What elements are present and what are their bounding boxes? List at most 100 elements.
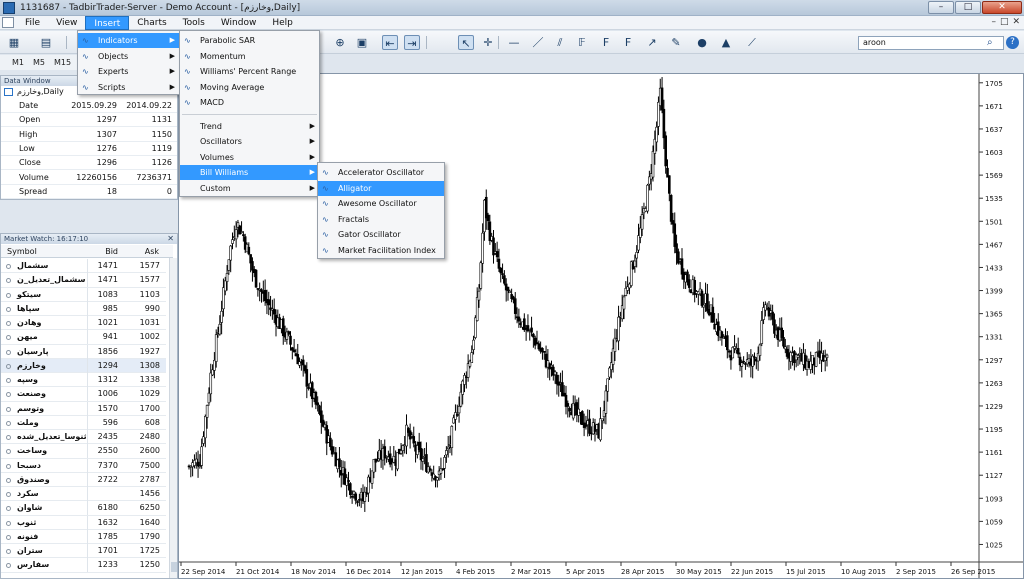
column-symbol[interactable]: Symbol	[7, 245, 37, 258]
ellipse-icon[interactable]: ●	[694, 35, 710, 50]
menu-insert[interactable]: Insert	[85, 15, 130, 30]
symbol-status-icon	[6, 435, 11, 440]
trendline-icon[interactable]: ／	[530, 35, 546, 50]
market-watch-row[interactable]: سیتکو 1083 1103	[1, 287, 166, 302]
menu-help[interactable]: Help	[264, 16, 301, 30]
fibonacci-fan-icon[interactable]: F	[598, 35, 614, 50]
market-watch-row[interactable]: وملت 596 608	[1, 415, 166, 431]
menu-item-moving-average[interactable]: ∿ Moving Average	[180, 80, 319, 95]
menu-item-fractals[interactable]: ∿ Fractals	[318, 212, 444, 227]
menu-view[interactable]: View	[48, 16, 85, 30]
menu-window[interactable]: Window	[213, 16, 265, 30]
channel-icon[interactable]: ⫽	[552, 35, 568, 50]
market-watch-row[interactable]: میهن 941 1002	[1, 330, 166, 345]
menu-item-scripts[interactable]: ∿ Scripts ▶	[78, 80, 179, 95]
market-watch-row[interactable]: سکرد 1456	[1, 487, 166, 502]
timeframe-m15[interactable]: M15	[54, 58, 71, 67]
market-watch-row[interactable]: وهادن 1021 1031	[1, 316, 166, 331]
market-watch-row[interactable]: وساخت 2550 2600	[1, 444, 166, 459]
menu-item-momentum[interactable]: ∿ Momentum	[180, 49, 319, 64]
menu-item-market-facilitation-index[interactable]: ∿ Market Facilitation Index	[318, 243, 444, 258]
fibonacci-time-icon[interactable]: F	[620, 35, 636, 50]
market-watch-row[interactable]: وسپه 1312 1338	[1, 373, 166, 388]
search-icon[interactable]: ⌕	[987, 37, 993, 48]
shapes-icon[interactable]: ✎	[668, 35, 684, 50]
menu-item-accelerator-oscillator[interactable]: ∿ Accelerator Oscillator	[318, 165, 444, 180]
menu-item-indicators[interactable]: ∿ Indicators ▶	[78, 33, 179, 48]
market-watch-row[interactable]: وصندوق 2722 2787	[1, 472, 166, 488]
menu-item-objects[interactable]: ∿ Objects ▶	[78, 49, 179, 64]
menu-file[interactable]: File	[17, 16, 48, 30]
market-watch-row[interactable]: شاوان 6180 6250	[1, 501, 166, 516]
menu-item-alligator[interactable]: ∿ Alligator	[318, 180, 444, 196]
mdi-restore-button[interactable]: □	[1000, 17, 1009, 27]
new-chart-icon[interactable]: ▦	[6, 35, 22, 50]
y-tick-label: 1535	[985, 195, 1003, 203]
market-watch-row[interactable]: سفارس 1233 1250	[1, 558, 166, 573]
market-watch-row[interactable]: سشمال_تعدیل_ن 1471 1577	[1, 273, 166, 288]
cursor-icon[interactable]: ↖	[458, 35, 474, 50]
market-watch-row[interactable]: سشمال 1471 1577	[1, 259, 166, 274]
close-icon[interactable]: ✕	[167, 234, 174, 244]
symbol-name: سیتکو	[17, 289, 42, 299]
column-ask[interactable]: Ask	[145, 245, 159, 258]
data-window-value-1: 2015.09.29	[71, 101, 117, 110]
menu-item-volumes[interactable]: Volumes ▶	[180, 150, 319, 165]
market-watch-row[interactable]: ثنوسا_تعدیل_شده 2435 2480	[1, 430, 166, 445]
fibonacci-icon[interactable]: 𝔽	[574, 35, 590, 50]
market-watch-row[interactable]: وتوسم 1570 1700	[1, 401, 166, 416]
minimize-button[interactable]: –	[928, 1, 954, 14]
market-watch-scrollbar[interactable]	[169, 258, 177, 578]
pitchfork-icon[interactable]: ⟋	[744, 35, 760, 50]
menu-item-macd[interactable]: ∿ MACD	[180, 95, 319, 110]
triangle-icon[interactable]: ▲	[718, 35, 734, 50]
menu-item-oscillators[interactable]: Oscillators ▶	[180, 134, 319, 149]
menu-item-trend[interactable]: Trend ▶	[180, 119, 319, 134]
arrow-tool-icon[interactable]: ↗	[644, 35, 660, 50]
price-bar-body	[292, 349, 296, 352]
price-bar-body	[687, 279, 691, 288]
market-watch-row[interactable]: وصنعت 1006 1029	[1, 387, 166, 402]
scrollbar-thumb[interactable]	[171, 562, 177, 572]
menu-tools[interactable]: Tools	[175, 16, 213, 30]
profiles-icon[interactable]: ▤	[38, 35, 54, 50]
market-watch-row[interactable]: ستران 1701 1725	[1, 544, 166, 559]
menu-item-experts[interactable]: ∿ Experts ▶	[78, 64, 179, 79]
menu-item-williams-percent-range[interactable]: ∿ Williams' Percent Range	[180, 64, 319, 79]
timeframe-m5[interactable]: M5	[33, 58, 45, 67]
menu-item-parabolic-sar[interactable]: ∿ Parabolic SAR	[180, 33, 319, 48]
market-watch-row[interactable]: سپاها 985 990	[1, 301, 166, 317]
indicator-icon: ∿	[322, 230, 329, 239]
tile-windows-icon[interactable]: ▣	[354, 35, 370, 50]
search-input[interactable]: aroon	[858, 36, 1004, 50]
market-watch-row[interactable]: وخارزم 1294 1308	[1, 358, 166, 374]
market-watch-row[interactable]: فنونه 1785 1790	[1, 529, 166, 545]
menu-item-awesome-oscillator[interactable]: ∿ Awesome Oscillator	[318, 196, 444, 211]
mdi-close-button[interactable]: ✕	[1012, 17, 1020, 27]
crosshair-icon[interactable]: ✛	[480, 35, 496, 50]
data-window-symbol-label: وخارزم,Daily	[17, 87, 64, 96]
menu-item-gator-oscillator[interactable]: ∿ Gator Oscillator	[318, 227, 444, 242]
auto-scroll-icon[interactable]: ⇤	[382, 35, 398, 50]
chart-shift-icon[interactable]: ⇥	[404, 35, 420, 50]
zoom-in-icon[interactable]: ⊕	[332, 35, 348, 50]
close-button[interactable]: ✕	[982, 1, 1022, 14]
menu-item-bill-williams[interactable]: Bill Williams ▶	[180, 165, 319, 180]
market-watch-row[interactable]: دسبحا 7370 7500	[1, 458, 166, 473]
mdi-minimize-button[interactable]: –	[991, 17, 996, 27]
column-divider	[87, 387, 88, 402]
timeframe-m1[interactable]: M1	[12, 58, 24, 67]
ask-price: 7500	[139, 460, 160, 470]
document-icon[interactable]	[2, 17, 14, 28]
price-bar-body	[481, 232, 484, 264]
maximize-button[interactable]: □	[955, 1, 981, 14]
market-watch-row[interactable]: پارسیان 1856 1927	[1, 344, 166, 359]
price-bar-body	[446, 446, 450, 450]
menu-charts[interactable]: Charts	[129, 16, 174, 30]
column-bid[interactable]: Bid	[105, 245, 118, 258]
price-bar-body	[503, 275, 506, 284]
menu-item-custom[interactable]: Custom ▶	[180, 181, 319, 196]
market-watch-row[interactable]: ثنوب 1632 1640	[1, 515, 166, 530]
help-icon[interactable]: ?	[1006, 36, 1019, 49]
horizontal-line-icon[interactable]: —	[506, 35, 522, 50]
